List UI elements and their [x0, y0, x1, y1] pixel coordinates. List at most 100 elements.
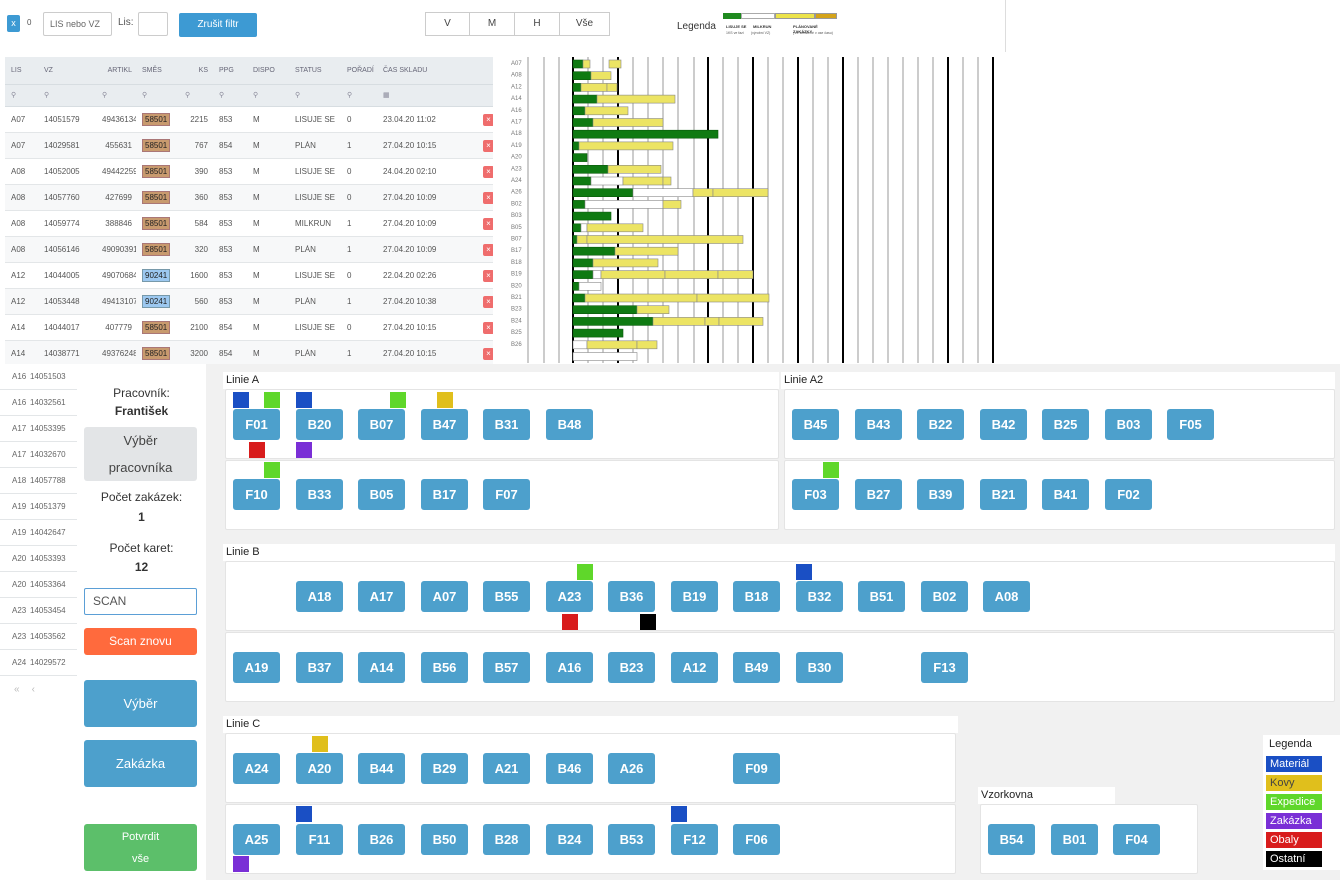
machine-b25[interactable]: B25 [1042, 409, 1089, 440]
search-icon[interactable]: ⚲ [341, 85, 377, 106]
machine-b07[interactable]: B07 [358, 409, 405, 440]
machine-b55[interactable]: B55 [483, 581, 530, 612]
search-icon[interactable]: ⚲ [136, 85, 179, 106]
delete-row-icon[interactable]: × [483, 113, 493, 126]
machine-a17[interactable]: A17 [358, 581, 405, 612]
machine-f11[interactable]: F11 [296, 824, 343, 855]
machine-b03[interactable]: B03 [1105, 409, 1152, 440]
search-icon[interactable]: ⚲ [289, 85, 341, 106]
col-poradi[interactable]: POŘADÍ [341, 57, 377, 84]
machine-f03[interactable]: F03 [792, 479, 839, 510]
machine-b05[interactable]: B05 [358, 479, 405, 510]
machine-b36[interactable]: B36 [608, 581, 655, 612]
machine-a12[interactable]: A12 [671, 652, 718, 683]
table-row[interactable]: A20 14053364 [0, 572, 77, 598]
machine-b39[interactable]: B39 [917, 479, 964, 510]
table-row[interactable]: A23 14053562 [0, 624, 77, 650]
col-lis[interactable]: LIS [5, 57, 38, 84]
machine-b28[interactable]: B28 [483, 824, 530, 855]
table-row[interactable]: A08 14056146 49090391 58501 320 853 M PLÁN 1 27.0… [5, 237, 493, 263]
machine-b54[interactable]: B54 [988, 824, 1035, 855]
table-row[interactable]: A12 14044005 49070684 90241 1600 853 M LISUJE S… [5, 263, 493, 289]
table-row[interactable]: A17 14053395 [0, 416, 77, 442]
scan-again-button[interactable]: Scan znovu [84, 628, 197, 655]
machine-b41[interactable]: B41 [1042, 479, 1089, 510]
table-row[interactable]: A24 14029572 [0, 650, 77, 676]
first-page-icon[interactable]: « [14, 684, 32, 695]
machine-b33[interactable]: B33 [296, 479, 343, 510]
view-m-button[interactable]: M [469, 12, 515, 36]
machine-f01[interactable]: F01 [233, 409, 280, 440]
table-row[interactable]: A14 14044017 407779 58501 2100 854 M LISUJE SE 0… [5, 315, 493, 341]
col-artikl[interactable]: ARTIKL [96, 57, 136, 84]
machine-f07[interactable]: F07 [483, 479, 530, 510]
machine-b22[interactable]: B22 [917, 409, 964, 440]
select-worker-button[interactable]: Výběr pracovníka [84, 427, 197, 481]
search-input[interactable]: LIS nebo VZ [43, 12, 112, 36]
table-row[interactable]: A07 14051579 49436134 58501 2215 853 M LISUJE S… [5, 107, 493, 133]
col-vz[interactable]: VZ [38, 57, 96, 84]
table-row[interactable]: A19 14042647 [0, 520, 77, 546]
machine-b02[interactable]: B02 [921, 581, 968, 612]
search-icon[interactable]: ⚲ [179, 85, 213, 106]
view-all-button[interactable]: Vše [559, 12, 610, 36]
view-h-button[interactable]: H [514, 12, 560, 36]
search-icon[interactable]: ⚲ [213, 85, 247, 106]
view-v-button[interactable]: V [425, 12, 470, 36]
machine-b21[interactable]: B21 [980, 479, 1027, 510]
machine-f09[interactable]: F09 [733, 753, 780, 784]
machine-b23[interactable]: B23 [608, 652, 655, 683]
machine-b30[interactable]: B30 [796, 652, 843, 683]
machine-b49[interactable]: B49 [733, 652, 780, 683]
search-icon[interactable]: ⚲ [5, 85, 38, 106]
table-row[interactable]: A19 14051379 [0, 494, 77, 520]
machine-f04[interactable]: F04 [1113, 824, 1160, 855]
lis-input[interactable] [138, 12, 168, 36]
delete-row-icon[interactable]: × [483, 269, 493, 282]
delete-row-icon[interactable]: × [483, 139, 493, 152]
machine-f10[interactable]: F10 [233, 479, 280, 510]
machine-b01[interactable]: B01 [1051, 824, 1098, 855]
machine-a18[interactable]: A18 [296, 581, 343, 612]
delete-row-icon[interactable]: × [483, 347, 493, 360]
machine-a20[interactable]: A20 [296, 753, 343, 784]
machine-b50[interactable]: B50 [421, 824, 468, 855]
machine-b48[interactable]: B48 [546, 409, 593, 440]
col-ks[interactable]: KS [179, 57, 213, 84]
machine-f13[interactable]: F13 [921, 652, 968, 683]
table-row[interactable]: A07 14029581 455631 58501 767 854 M PLÁN 1 27.04.… [5, 133, 493, 159]
machine-b29[interactable]: B29 [421, 753, 468, 784]
search-icon[interactable]: ⚲ [96, 85, 136, 106]
table-row[interactable]: A18 14057788 [0, 468, 77, 494]
machine-b20[interactable]: B20 [296, 409, 343, 440]
machine-a24[interactable]: A24 [233, 753, 280, 784]
machine-b37[interactable]: B37 [296, 652, 343, 683]
scan-input[interactable]: SCAN [84, 588, 197, 615]
machine-b47[interactable]: B47 [421, 409, 468, 440]
delete-row-icon[interactable]: × [483, 243, 493, 256]
prev-page-icon[interactable]: ‹ [32, 684, 47, 695]
machine-b24[interactable]: B24 [546, 824, 593, 855]
machine-b43[interactable]: B43 [855, 409, 902, 440]
close-filter-button[interactable]: x [7, 15, 20, 32]
machine-a23[interactable]: A23 [546, 581, 593, 612]
table-row[interactable]: A23 14053454 [0, 598, 77, 624]
delete-row-icon[interactable]: × [483, 295, 493, 308]
col-dispo[interactable]: DISPO [247, 57, 289, 84]
col-ppg[interactable]: PPG [213, 57, 247, 84]
machine-b51[interactable]: B51 [858, 581, 905, 612]
machine-b32[interactable]: B32 [796, 581, 843, 612]
machine-b17[interactable]: B17 [421, 479, 468, 510]
calendar-icon[interactable]: ▦ [377, 85, 465, 106]
machine-b56[interactable]: B56 [421, 652, 468, 683]
search-icon[interactable]: ⚲ [38, 85, 96, 106]
machine-b45[interactable]: B45 [792, 409, 839, 440]
table-row[interactable]: A08 14052005 49442259 58501 390 853 M LISUJE SE… [5, 159, 493, 185]
machine-a25[interactable]: A25 [233, 824, 280, 855]
machine-a21[interactable]: A21 [483, 753, 530, 784]
delete-row-icon[interactable]: × [483, 217, 493, 230]
machine-f12[interactable]: F12 [671, 824, 718, 855]
machine-b19[interactable]: B19 [671, 581, 718, 612]
search-icon[interactable]: ⚲ [247, 85, 289, 106]
delete-row-icon[interactable]: × [483, 165, 493, 178]
